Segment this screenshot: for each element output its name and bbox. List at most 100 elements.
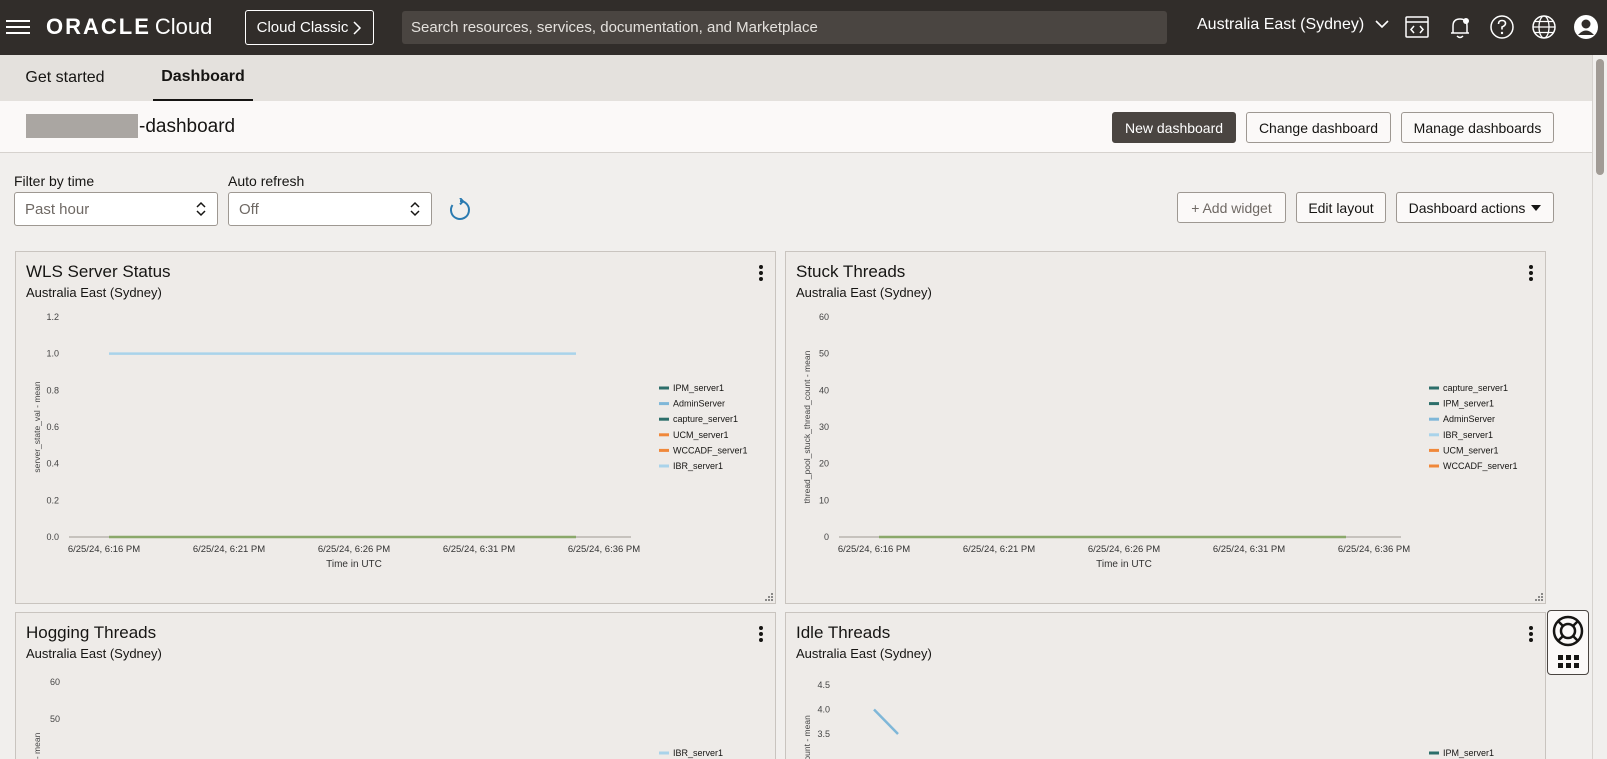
cloud-classic-label: Cloud Classic: [256, 19, 349, 36]
legend-label: WCCADF_server1: [673, 445, 748, 455]
widget-title: WLS Server Status: [26, 262, 171, 281]
scroll-thumb[interactable]: [1596, 59, 1604, 175]
y-tick-label: 50: [819, 349, 829, 359]
y-tick-label: 4.5: [817, 680, 830, 690]
x-tick-label: 6/25/24, 6:26 PM: [318, 544, 390, 555]
y-tick-label: 0: [824, 532, 829, 542]
widget-stuck-threads: Stuck Threads Australia East (Sydney) 0 1…: [785, 251, 1546, 604]
logo-brand: ORACLE: [46, 14, 151, 39]
search-input[interactable]: Search resources, services, documentatio…: [402, 11, 1167, 44]
page-title: -dashboard: [139, 116, 236, 137]
legend-label: UCM_server1: [1443, 445, 1499, 455]
hamburger-icon[interactable]: [6, 16, 30, 38]
add-widget-button[interactable]: + Add widget: [1177, 192, 1286, 223]
change-dashboard-button[interactable]: Change dashboard: [1246, 112, 1391, 143]
dashboard-actions-button[interactable]: Dashboard actions: [1396, 192, 1554, 223]
bell-icon[interactable]: [1447, 14, 1473, 40]
updown-chevron-icon: [410, 201, 420, 217]
x-tick-label: 6/25/24, 6:16 PM: [68, 544, 140, 555]
widget-hogging-threads: Hogging Threads Australia East (Sydney) …: [15, 612, 776, 759]
tab-label: Get started: [25, 69, 105, 86]
y-tick-label: 10: [819, 495, 829, 505]
code-editor-icon[interactable]: [1404, 14, 1430, 40]
x-axis-title: Time in UTC: [1096, 559, 1152, 570]
y-tick-label: 30: [819, 422, 829, 432]
resize-handle-icon[interactable]: [765, 593, 773, 601]
legend-label: AdminServer: [673, 399, 725, 409]
auto-refresh-select[interactable]: Off: [228, 192, 432, 226]
user-icon[interactable]: [1573, 14, 1599, 40]
plus-icon: +: [1191, 199, 1200, 216]
x-tick-label: 6/25/24, 6:36 PM: [1338, 544, 1410, 555]
updown-chevron-icon: [196, 201, 206, 217]
legend-label: AdminServer: [1443, 414, 1495, 424]
button-label: Edit layout: [1308, 199, 1374, 216]
widget-title: Idle Threads: [796, 623, 891, 642]
series-line: [873, 708, 899, 735]
chevron-down-icon: [1375, 20, 1389, 29]
chevron-right-icon: [353, 20, 362, 35]
select-value: Off: [239, 200, 259, 218]
search-placeholder: Search resources, services, documentatio…: [411, 19, 818, 36]
kebab-menu-icon[interactable]: [755, 625, 767, 643]
dashboard-header: -dashboard New dashboard Change dashboar…: [0, 101, 1592, 153]
button-label: Dashboard actions: [1408, 199, 1526, 216]
logo-product: Cloud: [154, 14, 213, 39]
legend-label: IBR_server1: [673, 748, 723, 758]
x-tick-label: 6/25/24, 6:31 PM: [1213, 544, 1285, 555]
widget-idle-threads: Idle Threads Australia East (Sydney) 4.5…: [785, 612, 1546, 759]
y-axis-title: thread_pool_stuck_thread_count - mean: [802, 350, 812, 503]
oracle-cloud-logo[interactable]: ORACLE Cloud: [46, 14, 212, 40]
widget-subtitle: Australia East (Sydney): [26, 646, 162, 661]
tab-get-started[interactable]: Get started: [10, 55, 120, 101]
kebab-menu-icon[interactable]: [755, 264, 767, 282]
edit-layout-button[interactable]: Edit layout: [1296, 192, 1386, 223]
kebab-menu-icon[interactable]: [1525, 625, 1537, 643]
auto-refresh-label: Auto refresh: [228, 173, 305, 189]
resize-handle-icon[interactable]: [1535, 593, 1543, 601]
legend-label: UCM_server1: [673, 430, 729, 440]
y-tick-label: 1.0: [46, 349, 59, 359]
legend-label: IPM_server1: [673, 383, 724, 393]
cloud-classic-button[interactable]: Cloud Classic: [245, 10, 374, 45]
globe-icon[interactable]: [1531, 14, 1557, 40]
legend-label: IPM_server1: [1443, 399, 1494, 409]
tab-dashboard[interactable]: Dashboard: [153, 55, 253, 101]
widget-title: Hogging Threads: [26, 623, 157, 642]
legend-label: capture_server1: [1443, 383, 1508, 393]
page-scrollbar[interactable]: [1592, 55, 1607, 759]
y-tick-label: 3.5: [817, 729, 830, 739]
new-dashboard-button[interactable]: New dashboard: [1112, 112, 1236, 143]
caret-down-icon: [1531, 204, 1542, 211]
chart-idle-threads: 4.5 4.0 3.5 count - mean IPM_server1: [802, 680, 1494, 759]
button-label: Manage dashboards: [1413, 119, 1542, 136]
select-value: Past hour: [25, 200, 90, 218]
help-icon[interactable]: [1489, 14, 1515, 40]
filter-time-select[interactable]: Past hour: [14, 192, 218, 226]
y-axis-title: unt - mean: [32, 732, 42, 759]
x-tick-label: 6/25/24, 6:16 PM: [838, 544, 910, 555]
button-label: New dashboard: [1124, 119, 1224, 136]
x-tick-label: 6/25/24, 6:36 PM: [568, 544, 640, 555]
legend-label: IBR_server1: [673, 461, 723, 471]
filter-time-label: Filter by time: [14, 173, 95, 189]
widget-subtitle: Australia East (Sydney): [796, 646, 932, 661]
kebab-menu-icon[interactable]: [1525, 264, 1537, 282]
help-launcher-button[interactable]: [1547, 610, 1589, 675]
tab-label: Dashboard: [161, 68, 245, 85]
manage-dashboards-button[interactable]: Manage dashboards: [1401, 112, 1554, 143]
lifebuoy-icon: [1552, 615, 1584, 647]
widget-title: Stuck Threads: [796, 262, 906, 281]
refresh-icon[interactable]: [448, 198, 472, 222]
region-label: Australia East (Sydney): [1197, 16, 1365, 33]
y-tick-label: 0.6: [46, 422, 59, 432]
chart-stuck-threads: 0 10 20 30 40 50 60 6/25/24, 6:16 PM 6/25/24, 6:…: [802, 312, 1518, 570]
widget-subtitle: Australia East (Sydney): [796, 285, 932, 300]
legend-label: capture_server1: [673, 414, 738, 424]
chart-hogging-threads: 60 50 unt - mean IBR_server1: [32, 677, 723, 759]
y-tick-label: 60: [819, 312, 829, 322]
region-selector[interactable]: Australia East (Sydney): [1197, 16, 1389, 34]
x-tick-label: 6/25/24, 6:21 PM: [193, 544, 265, 555]
x-tick-label: 6/25/24, 6:26 PM: [1088, 544, 1160, 555]
redacted-name: [26, 114, 138, 138]
